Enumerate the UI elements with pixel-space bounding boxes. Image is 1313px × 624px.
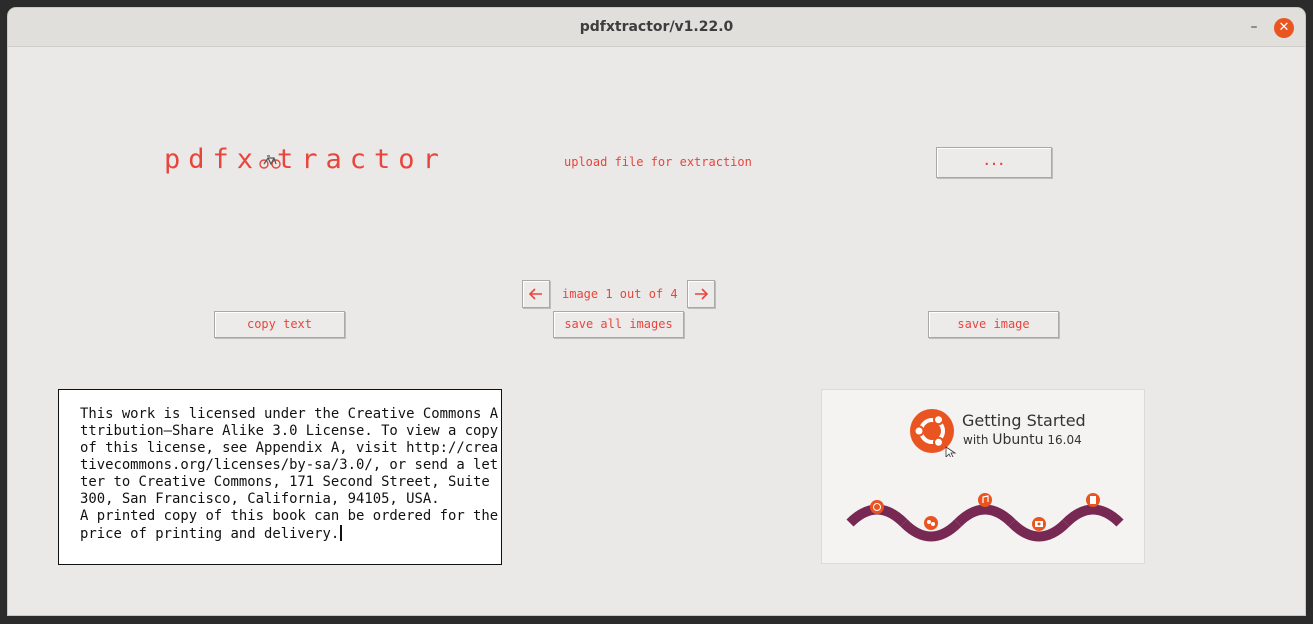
logo-text-right: tractor xyxy=(277,144,447,175)
app-logo: pdfx tractor xyxy=(164,144,447,176)
preview-subtitle: with Ubuntu 16.04 xyxy=(963,432,1082,448)
copy-text-button[interactable]: copy text xyxy=(214,311,345,338)
browse-file-button[interactable]: ... xyxy=(936,147,1052,178)
globe-icon xyxy=(870,500,884,514)
logo-text-left: pdfx xyxy=(164,144,262,175)
upload-label: upload file for extraction xyxy=(564,155,752,169)
extracted-text-area[interactable]: This work is licensed under the Creative… xyxy=(58,389,502,565)
text-caret xyxy=(340,525,343,541)
minimize-button[interactable]: – xyxy=(1244,17,1264,37)
close-button[interactable]: ✕ xyxy=(1274,18,1294,38)
ubuntu-logo-icon xyxy=(908,407,958,461)
chat-icon xyxy=(924,516,938,530)
music-icon xyxy=(978,493,992,507)
title-bar: pdfxtractor/v1.22.0 – ✕ xyxy=(8,8,1305,47)
previous-image-button[interactable] xyxy=(522,280,550,308)
calculator-icon xyxy=(1086,493,1100,507)
image-preview: Getting Started with Ubuntu 16.04 xyxy=(821,389,1145,564)
arrow-right-icon xyxy=(694,283,709,302)
preview-title: Getting Started xyxy=(962,411,1086,430)
image-counter: image 1 out of 4 xyxy=(562,287,678,301)
save-image-button[interactable]: save image xyxy=(928,311,1059,338)
window-title: pdfxtractor/v1.22.0 xyxy=(579,19,734,35)
save-all-images-button[interactable]: save all images xyxy=(553,311,684,338)
app-window: pdfxtractor/v1.22.0 – ✕ pdfx tractor uplo… xyxy=(8,8,1305,615)
extracted-text: This work is licensed under the Creative… xyxy=(80,406,499,542)
ubuntu-wave-graphic xyxy=(842,490,1132,564)
arrow-left-icon xyxy=(528,283,543,302)
camera-icon xyxy=(1032,517,1046,531)
next-image-button[interactable] xyxy=(687,280,715,308)
